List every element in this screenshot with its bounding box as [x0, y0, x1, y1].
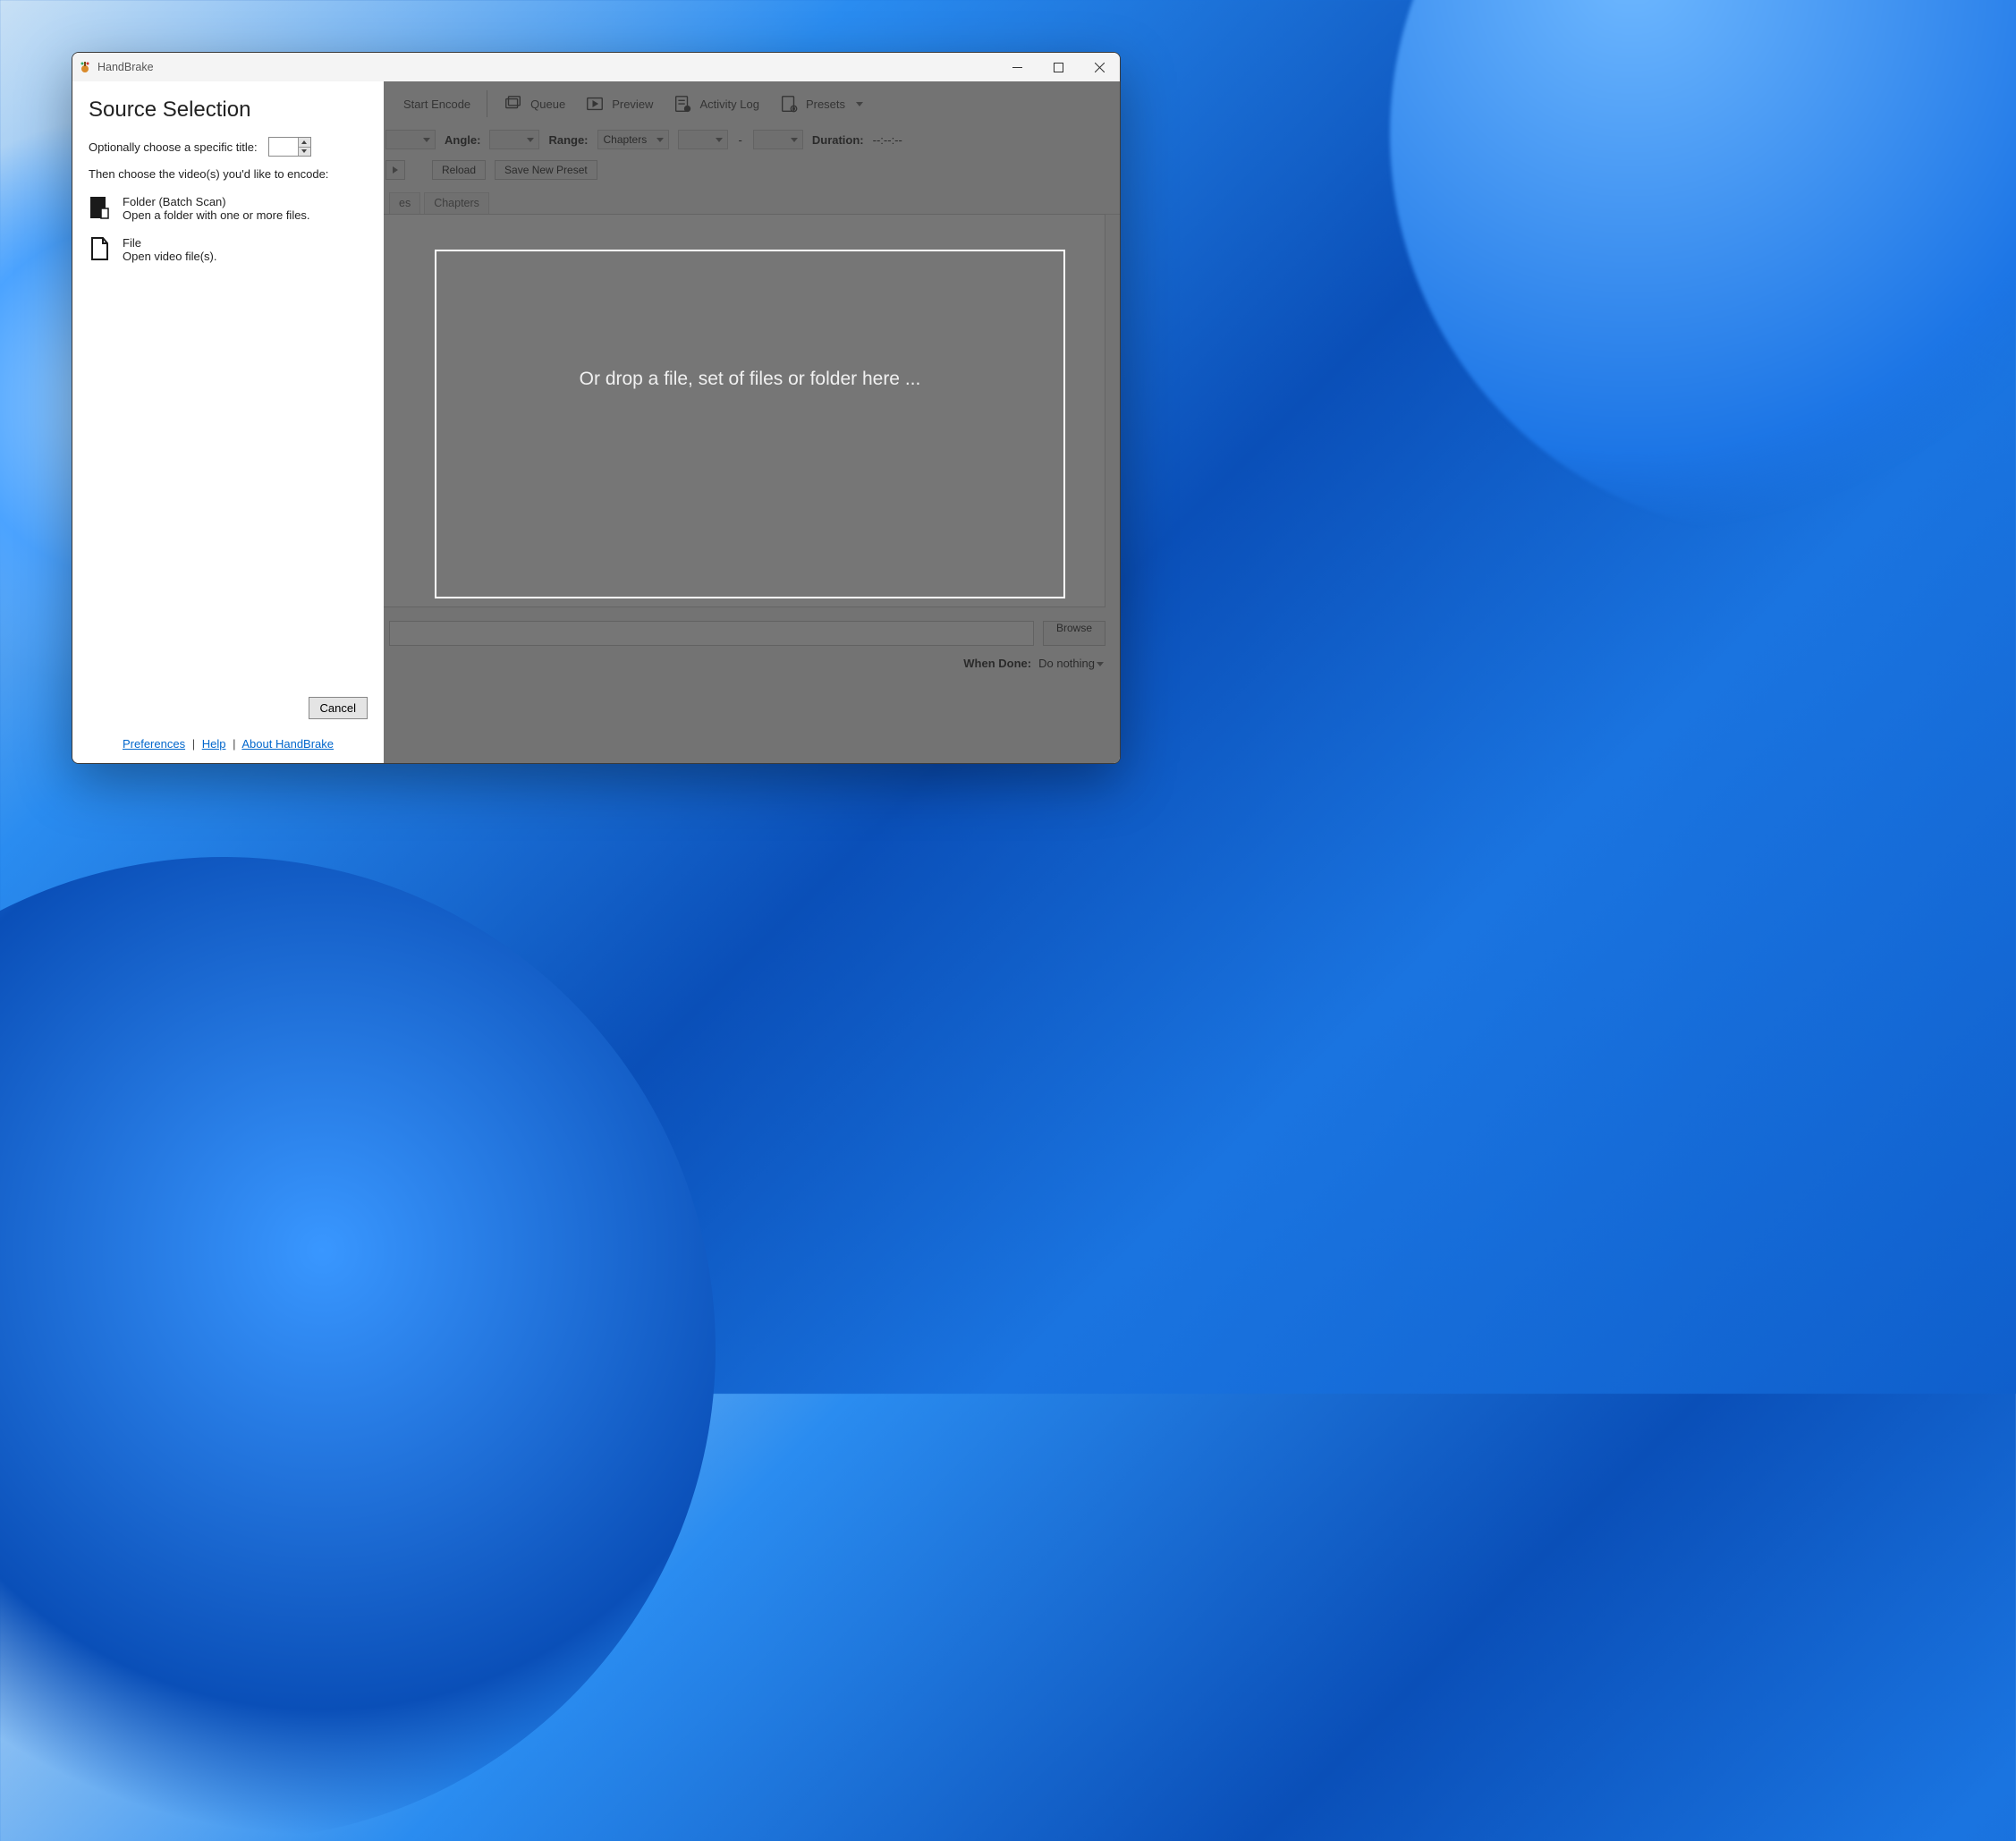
spinner-down-button[interactable] [298, 148, 310, 157]
panel-title: Source Selection [89, 98, 368, 123]
queue-icon [504, 94, 523, 114]
preview-icon [585, 94, 605, 114]
range-type-select[interactable]: Chapters [597, 130, 669, 149]
open-folder-item[interactable]: Folder (Batch Scan) Open a folder with o… [89, 195, 368, 222]
play-button[interactable] [385, 160, 405, 180]
help-link[interactable]: Help [202, 737, 226, 751]
queue-label: Queue [530, 98, 565, 111]
range-start-select[interactable] [678, 130, 728, 149]
presets-label: Presets [806, 98, 845, 111]
tab-partial[interactable]: es [389, 192, 420, 214]
presets-button[interactable]: Presets [772, 90, 870, 117]
close-button[interactable] [1079, 53, 1120, 81]
presets-icon [779, 94, 799, 114]
handbrake-icon [78, 60, 92, 74]
range-dash: - [739, 133, 742, 147]
window-title: HandBrake [97, 61, 154, 73]
choose-hint: Then choose the video(s) you'd like to e… [89, 167, 368, 181]
start-encode-label: Start Encode [403, 98, 470, 111]
tab-chapters[interactable]: Chapters [424, 192, 489, 214]
range-end-select[interactable] [753, 130, 803, 149]
maximize-button[interactable] [1038, 53, 1079, 81]
titlebar[interactable]: HandBrake [72, 53, 1120, 81]
range-label: Range: [548, 133, 588, 147]
preferences-link[interactable]: Preferences [123, 737, 185, 751]
spinner-up-button[interactable] [298, 138, 310, 148]
output-path-input[interactable] [389, 621, 1034, 646]
activity-log-button[interactable]: Activity Log [665, 90, 766, 117]
about-link[interactable]: About HandBrake [241, 737, 334, 751]
minimize-button[interactable] [996, 53, 1038, 81]
cancel-button[interactable]: Cancel [309, 697, 368, 719]
drop-zone[interactable]: Or drop a file, set of files or folder h… [435, 250, 1065, 598]
preview-button[interactable]: Preview [578, 90, 660, 117]
activity-log-label: Activity Log [699, 98, 758, 111]
preview-label: Preview [612, 98, 653, 111]
start-encode-button[interactable]: Start Encode [396, 94, 478, 115]
activity-log-icon [673, 94, 692, 114]
file-icon [89, 236, 110, 261]
when-done-value: Do nothing [1038, 657, 1095, 670]
open-file-item[interactable]: File Open video file(s). [89, 236, 368, 263]
when-done-label: When Done: [963, 657, 1031, 670]
chevron-down-icon [856, 102, 863, 106]
chevron-down-icon [1097, 662, 1104, 666]
title-select[interactable] [385, 130, 436, 149]
folder-icon [89, 195, 110, 220]
title-spinner[interactable] [268, 137, 311, 157]
duration-value: --:--:-- [873, 133, 902, 147]
angle-select[interactable] [489, 130, 539, 149]
open-folder-desc: Open a folder with one or more files. [123, 208, 310, 222]
reload-button[interactable]: Reload [432, 160, 486, 180]
footer-links: Preferences | Help | About HandBrake [123, 737, 334, 751]
queue-button[interactable]: Queue [496, 90, 572, 117]
angle-label: Angle: [445, 133, 480, 147]
save-new-preset-button[interactable]: Save New Preset [495, 160, 597, 180]
open-folder-title: Folder (Batch Scan) [123, 195, 310, 208]
drop-zone-text: Or drop a file, set of files or folder h… [580, 369, 921, 390]
source-selection-panel: Source Selection Optionally choose a spe… [72, 81, 384, 763]
play-icon [393, 166, 398, 174]
when-done-dropdown[interactable]: Do nothing [1038, 657, 1104, 670]
duration-label: Duration: [812, 133, 864, 147]
open-file-title: File [123, 236, 217, 250]
app-window: HandBrake Start Encode Queue [72, 52, 1121, 764]
open-file-desc: Open video file(s). [123, 250, 217, 263]
browse-button[interactable]: Browse [1043, 621, 1105, 646]
title-hint-label: Optionally choose a specific title: [89, 140, 258, 154]
